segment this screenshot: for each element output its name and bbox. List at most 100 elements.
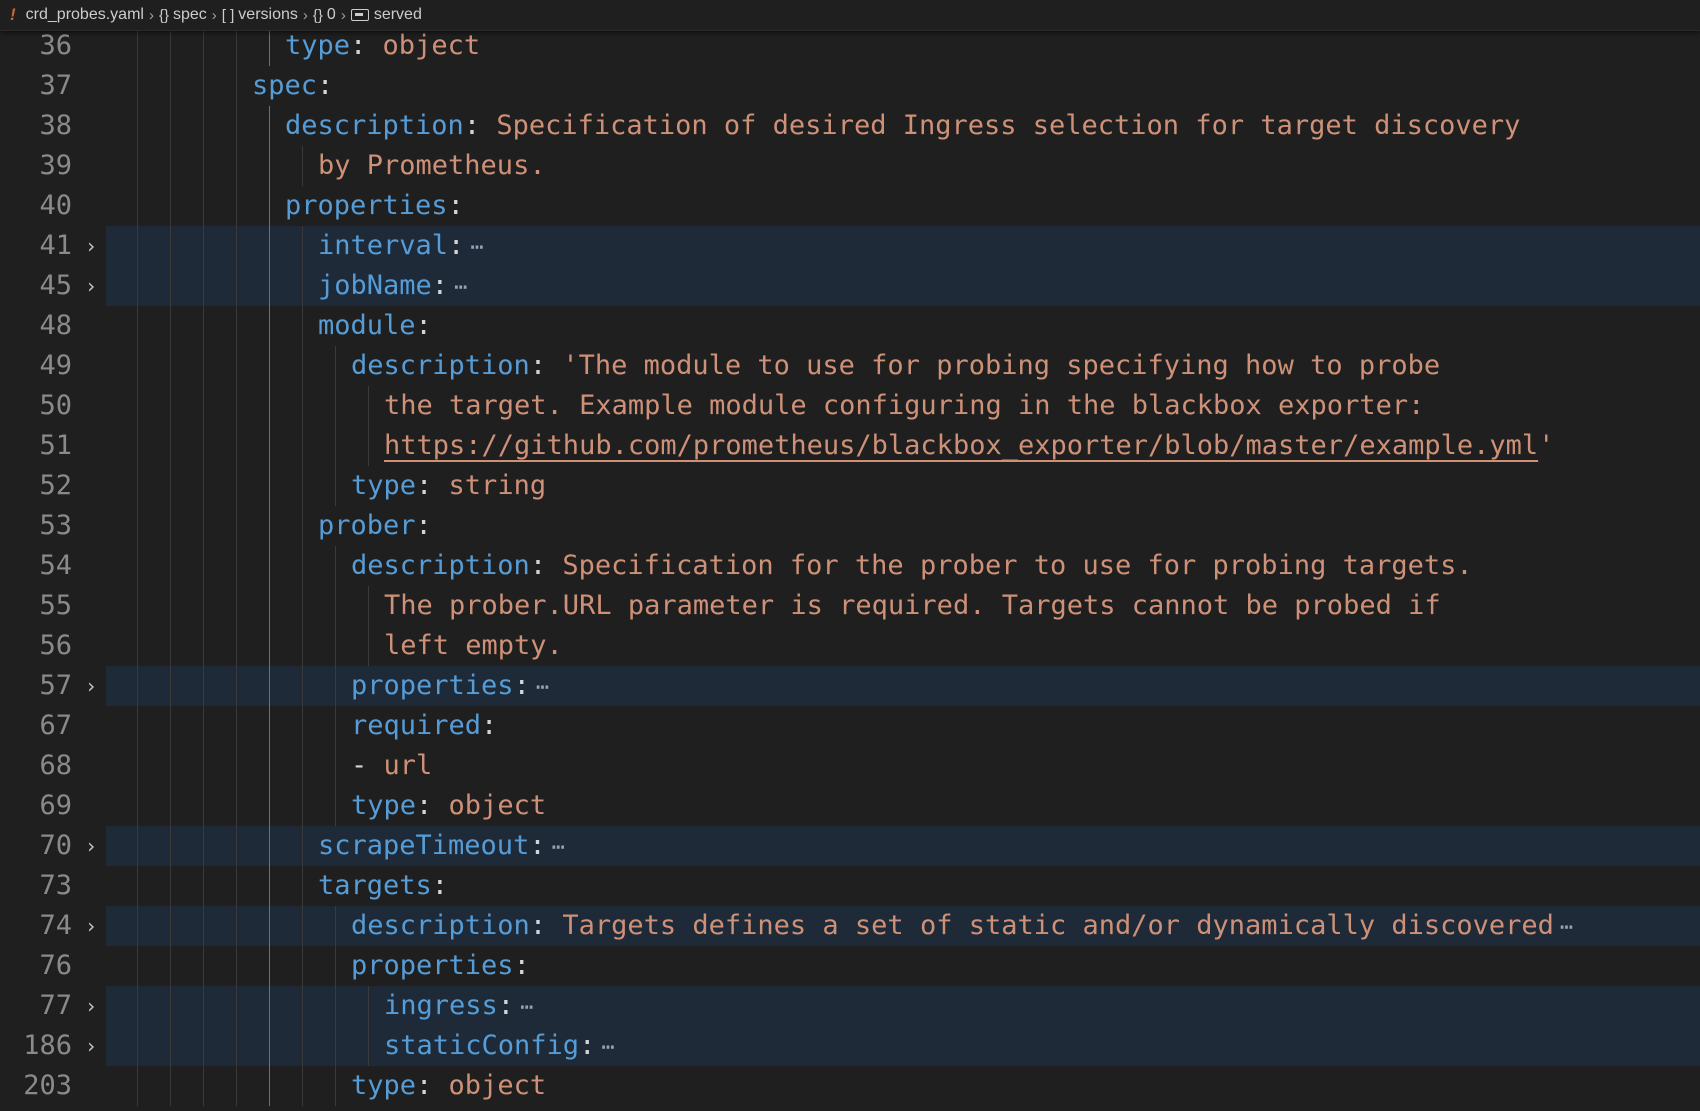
code-line[interactable]: 41 › interval: ⋯ xyxy=(0,226,1700,266)
code-editor[interactable]: 35metadata:36type: object37spec:38descri… xyxy=(0,0,1700,1111)
breadcrumb-item[interactable]: {} 0 xyxy=(313,6,336,24)
code-line[interactable]: 50 the target. Example module configuring… xyxy=(0,386,1700,426)
link[interactable]: https://github.com/prometheus/blackbox_e… xyxy=(384,430,1538,461)
code-line[interactable]: 186 › staticConfig: ⋯ xyxy=(0,1026,1700,1066)
indent-guide xyxy=(137,946,138,986)
line-number: 69 xyxy=(39,790,72,821)
code-line[interactable]: 54 description: Specification for the pro… xyxy=(0,546,1700,586)
yaml-key: description xyxy=(351,350,530,381)
code-line[interactable]: 40 properties: xyxy=(0,186,1700,226)
breadcrumb-item[interactable]: [ ] versions xyxy=(222,6,298,24)
code-line[interactable]: 38 description: Specification of desired … xyxy=(0,106,1700,146)
indent-guide xyxy=(203,106,204,146)
fold-ellipsis-icon[interactable]: ⋯ xyxy=(552,835,565,860)
indent-guide xyxy=(137,586,138,626)
breadcrumb-label: crd_probes.yaml xyxy=(25,6,144,23)
code-line[interactable]: 37 spec: xyxy=(0,66,1700,106)
code-line[interactable]: 48 module: xyxy=(0,306,1700,346)
code-text: ingress: ⋯ xyxy=(384,986,533,1028)
indent-guide xyxy=(137,426,138,466)
code-line[interactable]: 51 https://github.com/prometheus/blackbox… xyxy=(0,426,1700,466)
indent-guide xyxy=(170,506,171,546)
indent-guide xyxy=(137,506,138,546)
code-line[interactable]: 73 targets: xyxy=(0,866,1700,906)
yaml-warning-icon: ! xyxy=(10,5,16,24)
code-line[interactable]: 52 type: string xyxy=(0,466,1700,506)
indent-guide xyxy=(269,666,270,706)
indent-guide xyxy=(137,266,138,306)
indent-guide xyxy=(203,786,204,826)
code-line[interactable]: 57 › properties: ⋯ xyxy=(0,666,1700,706)
indent-guide xyxy=(170,866,171,906)
indent-guide xyxy=(203,626,204,666)
code-line[interactable]: 39 by Prometheus. xyxy=(0,146,1700,186)
breadcrumb-item[interactable]: served xyxy=(350,6,422,24)
code-line[interactable]: 68 - url xyxy=(0,746,1700,786)
punctuation: : xyxy=(416,470,449,501)
chevron-right-icon[interactable]: › xyxy=(82,666,100,706)
code-line[interactable]: 74 › description: Targets defines a set of… xyxy=(0,906,1700,946)
code-line[interactable]: 203 type: object xyxy=(0,1066,1700,1106)
punctuation: : xyxy=(529,830,546,861)
code-text: type: object xyxy=(351,786,546,826)
breadcrumb-item[interactable]: ! crd_probes.yaml xyxy=(10,5,144,25)
line-number: 38 xyxy=(39,110,72,141)
indent-guide xyxy=(236,386,237,426)
code-line[interactable]: 76 properties: xyxy=(0,946,1700,986)
indent-guide xyxy=(269,1026,270,1066)
punctuation: : xyxy=(448,230,465,261)
code-line[interactable]: 70 › scrapeTimeout: ⋯ xyxy=(0,826,1700,866)
code-text: spec: xyxy=(252,66,333,106)
fold-ellipsis-icon[interactable]: ⋯ xyxy=(520,995,533,1020)
code-line[interactable]: 77 › ingress: ⋯ xyxy=(0,986,1700,1026)
fold-ellipsis-icon[interactable]: ⋯ xyxy=(601,1035,614,1060)
indent-guide xyxy=(236,1026,237,1066)
code-line[interactable]: 56 left empty. xyxy=(0,626,1700,666)
indent-guide xyxy=(269,306,270,346)
fold-ellipsis-icon[interactable]: ⋯ xyxy=(1560,915,1573,940)
punctuation: : xyxy=(481,710,498,741)
indent-guide xyxy=(302,706,303,746)
code-line[interactable]: 45 › jobName: ⋯ xyxy=(0,266,1700,306)
chevron-right-icon[interactable]: › xyxy=(82,226,100,266)
indent-guide xyxy=(368,386,369,426)
code-text: module: xyxy=(318,306,432,346)
line-number: 50 xyxy=(39,390,72,421)
indent-guide xyxy=(203,506,204,546)
fold-ellipsis-icon[interactable]: ⋯ xyxy=(454,275,467,300)
indent-guide xyxy=(137,386,138,426)
yaml-value: object xyxy=(382,30,481,61)
indent-guide xyxy=(368,586,369,626)
yaml-value: ' xyxy=(1538,430,1555,461)
indent-guide xyxy=(368,986,369,1026)
code-line[interactable]: 55 The prober.URL parameter is required. … xyxy=(0,586,1700,626)
indent-guide xyxy=(203,306,204,346)
yaml-key: properties xyxy=(285,190,448,221)
indent-guide xyxy=(335,1066,336,1106)
yaml-key: properties xyxy=(351,670,514,701)
chevron-right-icon[interactable]: › xyxy=(82,826,100,866)
indent-guide xyxy=(203,386,204,426)
chevron-right-icon[interactable]: › xyxy=(82,906,100,946)
indent-guide xyxy=(302,666,303,706)
breadcrumb-item[interactable]: {} spec xyxy=(159,6,207,24)
line-number: 76 xyxy=(39,950,72,981)
code-text: left empty. xyxy=(384,626,563,666)
code-line[interactable]: 36 type: object xyxy=(0,26,1700,66)
indent-guide xyxy=(203,146,204,186)
code-line[interactable]: 69 type: object xyxy=(0,786,1700,826)
chevron-right-icon[interactable]: › xyxy=(82,266,100,306)
indent-guide xyxy=(335,546,336,586)
chevron-right-icon[interactable]: › xyxy=(82,1026,100,1066)
chevron-right-icon[interactable]: › xyxy=(82,986,100,1026)
code-line[interactable]: 53 prober: xyxy=(0,506,1700,546)
indent-guide xyxy=(170,666,171,706)
indent-guide xyxy=(137,626,138,666)
fold-ellipsis-icon[interactable]: ⋯ xyxy=(536,675,549,700)
line-number: 73 xyxy=(39,870,72,901)
code-text: by Prometheus. xyxy=(318,146,546,186)
code-line[interactable]: 49 description: 'The module to use for pr… xyxy=(0,346,1700,386)
indent-guide xyxy=(236,626,237,666)
fold-ellipsis-icon[interactable]: ⋯ xyxy=(470,235,483,260)
code-line[interactable]: 67 required: xyxy=(0,706,1700,746)
